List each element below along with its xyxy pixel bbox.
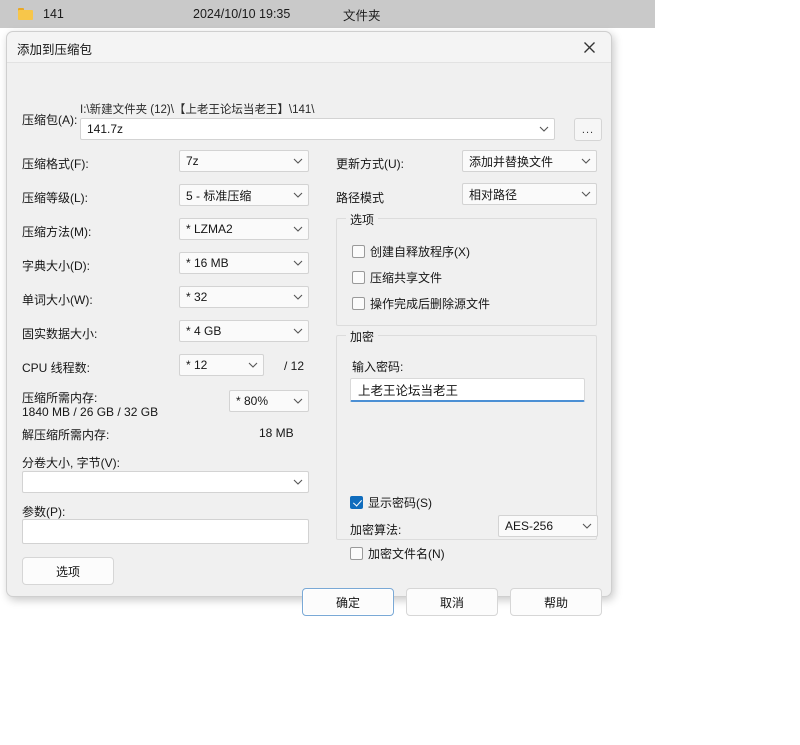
word-size-combo[interactable]: * 32 [179, 286, 309, 308]
checkbox-box [350, 496, 363, 509]
path-mode-value: 相对路径 [469, 187, 518, 202]
checkbox-encrypt-filenames[interactable]: 加密文件名(N) [350, 545, 445, 562]
chevron-down-icon [576, 158, 596, 164]
parameters-label: 参数(P): [22, 505, 66, 519]
encryption-group-title: 加密 [346, 328, 379, 345]
options-group-title: 选项 [346, 211, 379, 228]
chevron-down-icon [288, 158, 308, 164]
checkbox-box [350, 547, 363, 560]
archive-name-combo[interactable]: 141.7z [80, 118, 555, 140]
checkbox-label: 加密文件名(N) [368, 547, 445, 561]
format-label: 压缩格式(F): [22, 157, 89, 171]
chevron-down-icon [288, 398, 308, 404]
dictionary-label: 字典大小(D): [22, 259, 90, 273]
encryption-groupbox: 加密 输入密码: 上老王论坛当老王 显示密码(S) 加密算法: AES-256 … [336, 328, 598, 561]
memory-extract-label: 解压缩所需内存: [22, 428, 110, 442]
archive-name-value: 141.7z [87, 122, 124, 136]
memory-compress-label: 压缩所需内存: [22, 391, 98, 405]
explorer-file-date: 2024/10/10 19:35 [193, 7, 291, 21]
checkbox-create-sfx[interactable]: 创建自释放程序(X) [352, 243, 470, 260]
format-combo[interactable]: 7z [179, 150, 309, 172]
method-value: * LZMA2 [186, 222, 233, 236]
archive-path-text: I:\新建文件夹 (12)\【上老王论坛当老王】\141\ [80, 104, 315, 116]
chevron-down-icon [576, 191, 596, 197]
level-label: 压缩等级(L): [22, 191, 89, 205]
level-combo[interactable]: 5 - 标准压缩 [179, 184, 309, 206]
split-size-label: 分卷大小, 字节(V): [22, 456, 120, 470]
dialog-title: 添加到压缩包 [17, 43, 93, 57]
checkbox-box [352, 297, 365, 310]
checkbox-label: 压缩共享文件 [370, 271, 443, 285]
folder-icon [18, 8, 33, 20]
chevron-down-icon [577, 523, 597, 529]
format-value: 7z [186, 154, 199, 168]
checkbox-compress-shared[interactable]: 压缩共享文件 [352, 269, 442, 286]
algorithm-combo[interactable]: AES-256 [498, 515, 598, 537]
parameters-input[interactable] [22, 519, 309, 544]
word-size-label: 单词大小(W): [22, 293, 93, 307]
explorer-file-row[interactable]: 141 2024/10/10 19:35 文件夹 [0, 0, 655, 28]
algorithm-label: 加密算法: [350, 523, 402, 537]
password-input[interactable]: 上老王论坛当老王 [350, 378, 585, 402]
word-size-value: * 32 [186, 290, 208, 304]
chevron-down-icon [288, 260, 308, 266]
archive-label: 压缩包(A): [22, 113, 78, 127]
cpu-threads-label: CPU 线程数: [22, 361, 91, 375]
checkbox-label: 显示密码(S) [368, 496, 432, 510]
close-icon[interactable] [567, 32, 611, 62]
update-mode-label: 更新方式(U): [336, 157, 404, 171]
checkbox-box [352, 245, 365, 258]
path-mode-combo[interactable]: 相对路径 [462, 183, 597, 205]
chevron-down-icon [288, 192, 308, 198]
options-groupbox: 选项 创建自释放程序(X) 压缩共享文件 操作完成后删除源文件 [336, 211, 597, 326]
cancel-button[interactable]: 取消 [406, 588, 498, 616]
cpu-threads-combo[interactable]: * 12 [179, 354, 264, 376]
method-combo[interactable]: * LZMA2 [179, 218, 309, 240]
split-size-combo[interactable] [22, 471, 309, 493]
solid-block-combo[interactable]: * 4 GB [179, 320, 309, 342]
options-button[interactable]: 选项 [22, 557, 114, 585]
chevron-down-icon [288, 479, 308, 485]
level-value: 5 - 标准压缩 [186, 188, 252, 203]
path-mode-label: 路径模式 [336, 191, 385, 205]
cpu-threads-value: * 12 [186, 358, 208, 372]
update-mode-value: 添加并替换文件 [469, 154, 554, 169]
help-button[interactable]: 帮助 [510, 588, 602, 616]
dictionary-value: * 16 MB [186, 256, 229, 270]
memory-extract-value: 18 MB [259, 426, 294, 440]
memory-percent-value: * 80% [236, 394, 269, 408]
ok-button[interactable]: 确定 [302, 588, 394, 616]
browse-button[interactable]: ... [574, 118, 602, 141]
checkbox-show-password[interactable]: 显示密码(S) [350, 494, 432, 511]
memory-percent-combo[interactable]: * 80% [229, 390, 309, 412]
cpu-threads-total: / 12 [284, 359, 305, 373]
method-label: 压缩方法(M): [22, 225, 92, 239]
checkbox-delete-after[interactable]: 操作完成后删除源文件 [352, 295, 490, 312]
update-mode-combo[interactable]: 添加并替换文件 [462, 150, 597, 172]
add-to-archive-dialog: 添加到压缩包 压缩包(A): I:\新建文件夹 (12)\【上老王论坛当老王】\… [6, 31, 612, 616]
explorer-file-name: 141 [43, 7, 64, 21]
solid-block-value: * 4 GB [186, 324, 222, 338]
chevron-down-icon [288, 328, 308, 334]
memory-compress-detail: 1840 MB / 26 GB / 32 GB [22, 405, 159, 419]
checkbox-box [352, 271, 365, 284]
dialog-body: 压缩包(A): I:\新建文件夹 (12)\【上老王论坛当老王】\141\ 14… [7, 63, 611, 616]
chevron-down-icon [243, 362, 263, 368]
explorer-file-type: 文件夹 [343, 8, 381, 23]
solid-block-label: 固实数据大小: [22, 327, 98, 341]
algorithm-value: AES-256 [505, 519, 554, 533]
chevron-down-icon [288, 294, 308, 300]
dictionary-combo[interactable]: * 16 MB [179, 252, 309, 274]
dialog-titlebar[interactable]: 添加到压缩包 [7, 32, 611, 63]
chevron-down-icon [534, 126, 554, 132]
checkbox-label: 操作完成后删除源文件 [370, 297, 491, 311]
checkbox-label: 创建自释放程序(X) [370, 245, 470, 259]
chevron-down-icon [288, 226, 308, 232]
password-label: 输入密码: [352, 360, 404, 374]
